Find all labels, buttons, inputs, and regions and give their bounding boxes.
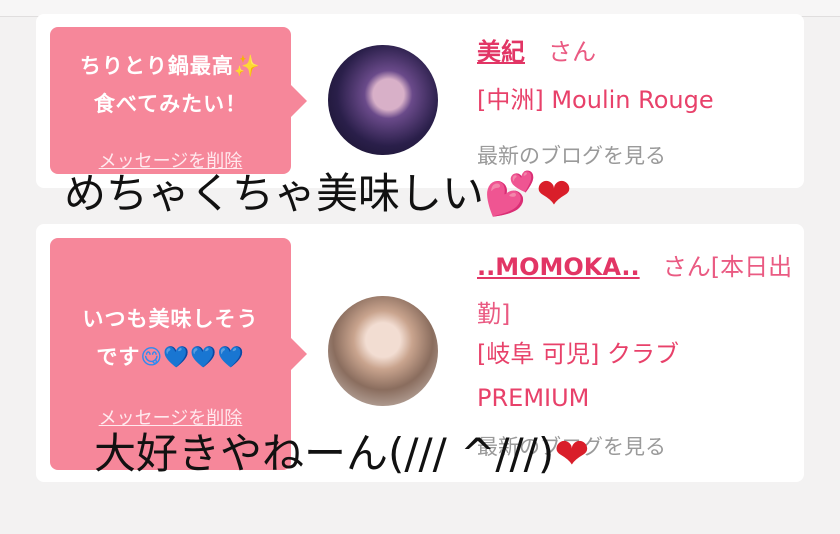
message-line1: いつも美味しそう [82,307,259,331]
message-bubble: ちりとり鍋最高✨ 食べてみたい！ メッセージを削除 [50,27,307,174]
avatar[interactable] [328,296,438,406]
red-heart-icon: ❤ [554,429,590,478]
emoji-icons: 😋💙💙💙 [140,345,245,369]
message-line2: です [96,345,141,369]
cast-name-link[interactable]: ..MOMOKA.. [477,253,640,281]
message-line2: 食べてみたい！ [93,92,248,116]
pink-hearts-icon: 💕 [484,169,537,218]
overlay-text: 大好きやねーん(/// ^///) [94,429,555,478]
overlay-caption: 大好きやねーん(/// ^///)❤ [94,420,589,481]
cast-name-row: 美紀 さん [477,32,596,67]
red-heart-icon: ❤ [536,169,572,218]
message-text: いつも美味しそう です😋💙💙💙 [50,300,291,376]
shop-link[interactable]: [中洲] Moulin Rouge [477,80,714,115]
message-text: ちりとり鍋最高✨ 食べてみたい！ [50,47,291,123]
message-line1: ちりとり鍋最高 [79,54,234,78]
cast-name-link[interactable]: 美紀 [477,38,525,66]
honorific: さん [548,38,597,66]
sparkle-icon: ✨ [233,54,262,78]
avatar[interactable] [328,45,438,155]
overlay-caption: めちゃくちゃ美味しい💕❤ [64,160,572,221]
cast-name-row: ..MOMOKA.. さん[本日出勤] [477,245,807,339]
overlay-text: めちゃくちゃ美味しい [64,169,485,218]
shop-link[interactable]: [岐阜 可児] クラブPREMIUM [477,332,777,420]
